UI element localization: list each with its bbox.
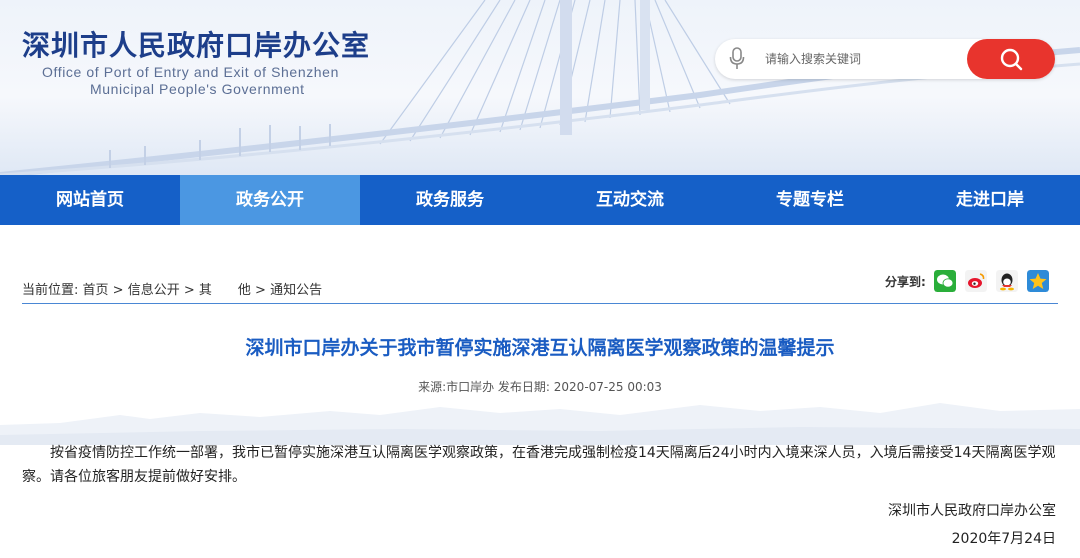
header-banner: 深圳市人民政府口岸办公室 Office of Port of Entry and… (0, 0, 1080, 175)
article-meta: 来源:市口岸办 发布日期: 2020-07-25 00:03 (418, 380, 662, 394)
qq-icon[interactable] (995, 270, 1018, 292)
search-input[interactable] (765, 39, 965, 79)
article-title: 深圳市口岸办关于我市暂停实施深港互认隔离医学观察政策的温馨提示 (245, 337, 835, 359)
weibo-icon[interactable] (964, 270, 987, 292)
breadcrumb-info-open[interactable]: 信息公开 (128, 283, 180, 298)
breadcrumb-divider (22, 303, 1058, 304)
nav-item-government-affairs-open[interactable]: 政务公开 (180, 175, 360, 225)
article-body: 按省疫情防控工作统一部署，我市已暂停实施深港互认隔离医学观察政策，在香港完成强制… (22, 445, 1056, 485)
search-box (715, 39, 1055, 79)
main-nav: 网站首页 政务公开 政务服务 互动交流 专题专栏 走进口岸 (0, 175, 1080, 225)
breadcrumb-separator: > (108, 283, 128, 298)
nav-item-government-services[interactable]: 政务服务 (360, 175, 540, 225)
nav-item-interaction[interactable]: 互动交流 (540, 175, 720, 225)
breadcrumb-other[interactable]: 其 他 (199, 283, 251, 298)
breadcrumb-home[interactable]: 首页 (83, 283, 109, 298)
article-date: 2020年7月24日 (951, 531, 1056, 547)
article-signature: 深圳市人民政府口岸办公室 (888, 503, 1056, 519)
nav-item-special-topics[interactable]: 专题专栏 (720, 175, 900, 225)
breadcrumb-notices[interactable]: 通知公告 (270, 283, 322, 298)
breadcrumb: 当前位置: 首页 > 信息公开 > 其 他 > 通知公告 (22, 279, 322, 298)
microphone-icon[interactable] (729, 47, 745, 71)
breadcrumb-separator: > (179, 283, 199, 298)
site-title: 深圳市人民政府口岸办公室 (22, 29, 371, 62)
site-subtitle-english-2: Municipal People's Government (90, 81, 305, 97)
breadcrumb-separator: > (250, 283, 271, 298)
search-icon (1000, 48, 1023, 71)
search-button[interactable] (967, 39, 1055, 79)
share-bar: 分享到: (885, 270, 1058, 292)
nav-item-about-ports[interactable]: 走进口岸 (900, 175, 1080, 225)
wechat-icon[interactable] (933, 270, 956, 292)
breadcrumb-prefix: 当前位置: (22, 283, 79, 298)
share-label: 分享到: (885, 274, 926, 289)
nav-item-home[interactable]: 网站首页 (0, 175, 180, 225)
site-subtitle-english-1: Office of Port of Entry and Exit of Shen… (42, 64, 339, 80)
qzone-icon[interactable] (1026, 270, 1049, 292)
